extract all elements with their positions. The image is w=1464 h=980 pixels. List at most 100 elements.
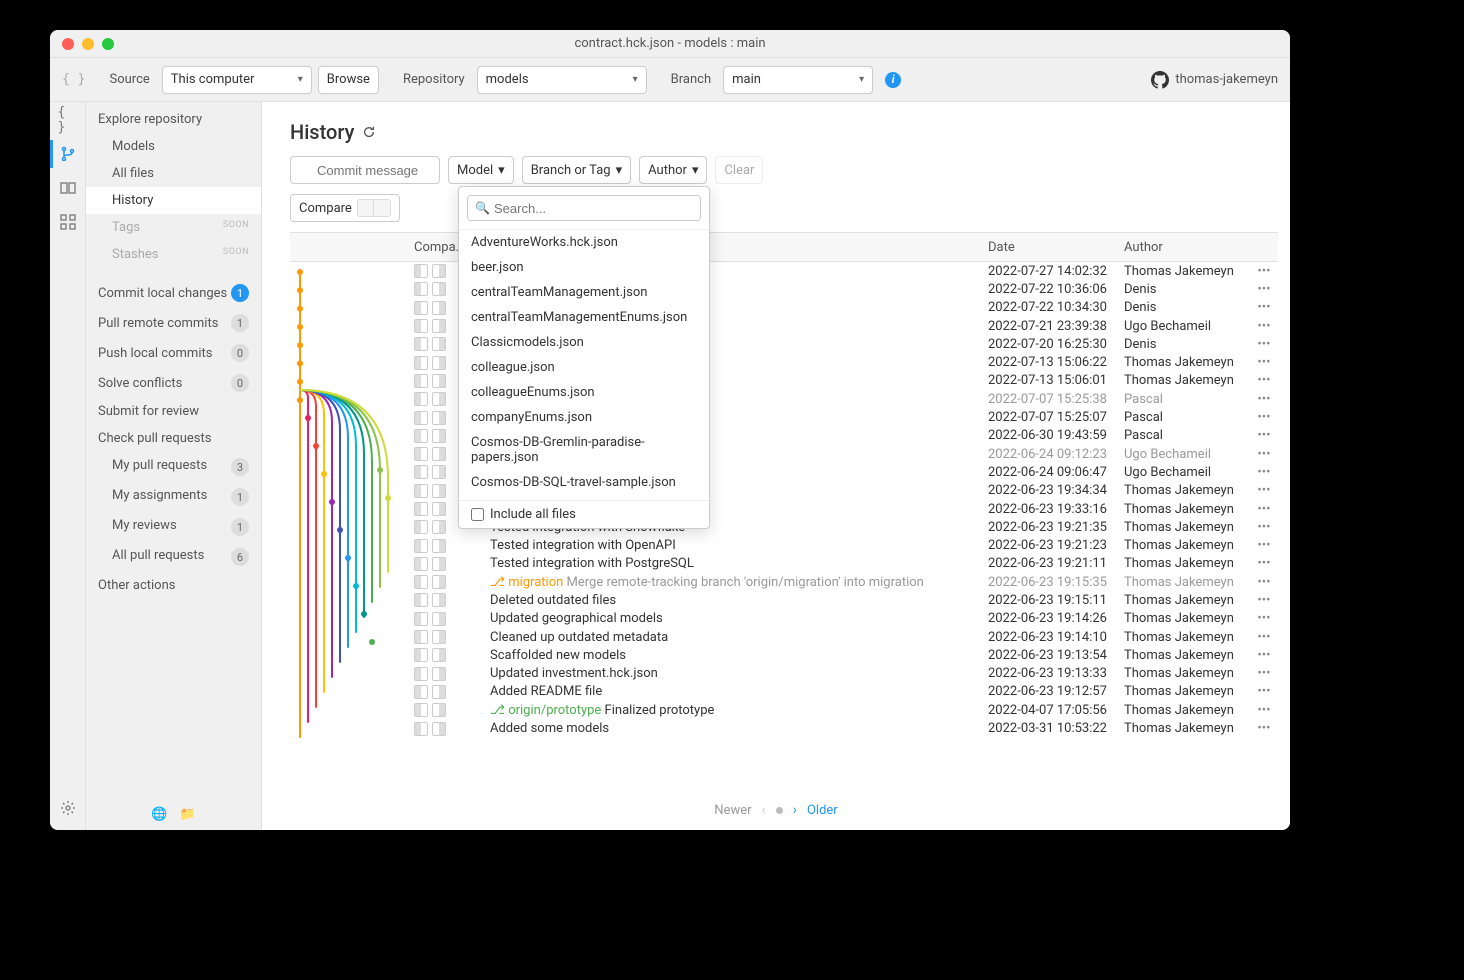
compare-right-checkbox[interactable]	[432, 374, 446, 388]
dropdown-item[interactable]: beer.json	[459, 255, 709, 280]
compare-left-checkbox[interactable]	[414, 392, 428, 406]
table-row[interactable]: Tested integration with PostgreSQL2022-0…	[290, 555, 1278, 573]
row-actions-button[interactable]: •••	[1250, 410, 1278, 425]
compare-left-checkbox[interactable]	[414, 612, 428, 626]
compare-right-checkbox[interactable]	[432, 484, 446, 498]
branch-select[interactable]: main ▾	[723, 66, 873, 94]
table-row[interactable]: 2022-06-23 19:33:16Thomas Jakemeyn•••	[290, 500, 1278, 518]
row-actions-button[interactable]: •••	[1250, 337, 1278, 352]
row-actions-button[interactable]: •••	[1250, 575, 1278, 590]
folder-icon[interactable]: 📁	[180, 807, 196, 822]
maximize-window-button[interactable]	[102, 38, 114, 50]
table-row[interactable]: 2022-07-20 16:25:30Denis•••	[290, 335, 1278, 353]
row-actions-button[interactable]: •••	[1250, 520, 1278, 535]
compare-left-checkbox[interactable]	[414, 520, 428, 534]
sidebar-item-all-files[interactable]: All files	[86, 160, 261, 187]
compare-right-checkbox[interactable]	[432, 539, 446, 553]
row-actions-button[interactable]: •••	[1250, 684, 1278, 699]
compare-right-checkbox[interactable]	[432, 722, 446, 736]
sidebar-submit-review[interactable]: Submit for review	[86, 398, 261, 425]
chevron-right-icon[interactable]: ›	[793, 802, 797, 818]
table-row[interactable]: oDB2022-06-23 19:34:34Thomas Jakemeyn•••	[290, 482, 1278, 500]
compare-left-checkbox[interactable]	[414, 337, 428, 351]
compare-icon[interactable]	[58, 178, 78, 198]
compare-left-checkbox[interactable]	[414, 630, 428, 644]
dropdown-item[interactable]: Classicmodels.json	[459, 330, 709, 355]
sidebar-pull-remote[interactable]: Pull remote commits1	[86, 308, 261, 338]
branch-icon[interactable]	[58, 144, 78, 164]
compare-right-checkbox[interactable]	[432, 685, 446, 699]
dropdown-item[interactable]: AdventureWorks.hck.json	[459, 230, 709, 255]
sidebar-my-reviews[interactable]: My reviews1	[86, 512, 261, 542]
row-actions-button[interactable]: •••	[1250, 721, 1278, 736]
compare-right-checkbox[interactable]	[432, 301, 446, 315]
compare-left-checkbox[interactable]	[414, 539, 428, 553]
dropdown-item[interactable]: Cosmos-DB-SQL-travel-sample.json	[459, 470, 709, 495]
row-actions-button[interactable]: •••	[1250, 264, 1278, 279]
row-actions-button[interactable]: •••	[1250, 648, 1278, 663]
dropdown-item[interactable]: centralTeamManagementEnums.json	[459, 305, 709, 330]
pager-older[interactable]: Older	[807, 803, 838, 818]
compare-left-checkbox[interactable]	[414, 685, 428, 699]
sidebar-my-assignments[interactable]: My assignments1	[86, 482, 261, 512]
compare-left-checkbox[interactable]	[414, 301, 428, 315]
info-icon[interactable]: i	[885, 72, 901, 88]
compare-right-checkbox[interactable]	[432, 667, 446, 681]
minimize-window-button[interactable]	[82, 38, 94, 50]
table-row[interactable]: Updated investment.hck.json2022-06-23 19…	[290, 665, 1278, 683]
globe-icon[interactable]: 🌐	[151, 807, 167, 822]
close-window-button[interactable]	[62, 38, 74, 50]
table-row[interactable]: Tested integration with OpenAPI2022-06-2…	[290, 536, 1278, 554]
compare-left-checkbox[interactable]	[414, 356, 428, 370]
table-row[interactable]: Deleted outdated files2022-06-23 19:15:1…	[290, 591, 1278, 609]
table-row[interactable]: 2022-06-30 19:43:59Pascal•••	[290, 427, 1278, 445]
compare-right-checkbox[interactable]	[432, 502, 446, 516]
compare-right-checkbox[interactable]	[432, 703, 446, 717]
sidebar-item-models[interactable]: Models	[86, 133, 261, 160]
compare-left-checkbox[interactable]	[414, 648, 428, 662]
compare-right-checkbox[interactable]	[432, 630, 446, 644]
row-actions-button[interactable]: •••	[1250, 483, 1278, 498]
table-row[interactable]: ocumentation2022-07-22 10:36:06Denis•••	[290, 280, 1278, 298]
compare-left-checkbox[interactable]	[414, 593, 428, 607]
row-actions-button[interactable]: •••	[1250, 355, 1278, 370]
dropdown-item[interactable]: centralTeamManagement.json	[459, 280, 709, 305]
table-row[interactable]: 2022-07-13 15:06:22Thomas Jakemeyn•••	[290, 353, 1278, 371]
compare-left-checkbox[interactable]	[414, 465, 428, 479]
compare-right-checkbox[interactable]	[432, 520, 446, 534]
table-row[interactable]: Tested integration with Snowflake2022-06…	[290, 518, 1278, 536]
compare-left-checkbox[interactable]	[414, 575, 428, 589]
dropdown-item[interactable]: colleague.json	[459, 355, 709, 380]
dropdown-item[interactable]: Cosmos-DB-Gremlin-paradise-papers.json	[459, 430, 709, 470]
compare-left-checkbox[interactable]	[414, 557, 428, 571]
source-select[interactable]: This computer ▾	[162, 66, 312, 94]
row-actions-button[interactable]: •••	[1250, 465, 1278, 480]
compare-right-checkbox[interactable]	[432, 465, 446, 479]
compare-left-checkbox[interactable]	[414, 411, 428, 425]
row-actions-button[interactable]: •••	[1250, 428, 1278, 443]
table-row[interactable]: Scaffolded new models2022-06-23 19:13:54…	[290, 646, 1278, 664]
compare-right-checkbox[interactable]	[432, 447, 446, 461]
dropdown-item[interactable]: companyEnums.json	[459, 405, 709, 430]
table-row[interactable]: 2022-06-24 09:06:47Ugo Bechameil•••	[290, 463, 1278, 481]
compare-left-checkbox[interactable]	[414, 374, 428, 388]
row-actions-button[interactable]: •••	[1250, 556, 1278, 571]
compare-right-checkbox[interactable]	[432, 612, 446, 626]
repository-select[interactable]: models ▾	[477, 66, 647, 94]
sidebar-commit-local[interactable]: Commit local changes1	[86, 278, 261, 308]
sidebar-my-pr[interactable]: My pull requests3	[86, 452, 261, 482]
table-row[interactable]: rigin/main'2022-07-07 15:25:38Pascal•••	[290, 390, 1278, 408]
sidebar-all-pr[interactable]: All pull requests6	[86, 542, 261, 572]
dropdown-item[interactable]: colleagueEnums.json	[459, 380, 709, 405]
row-actions-button[interactable]: •••	[1250, 703, 1278, 718]
model-filter[interactable]: Model▾	[448, 156, 514, 184]
dropdown-search-input[interactable]	[467, 195, 701, 221]
table-row[interactable]: 2022-07-07 15:25:07Pascal•••	[290, 408, 1278, 426]
table-row[interactable]: del2022-07-22 10:34:30Denis•••	[290, 299, 1278, 317]
compare-right-checkbox[interactable]	[432, 264, 446, 278]
table-row[interactable]: 2022-07-27 14:02:32Thomas Jakemeyn•••	[290, 262, 1278, 280]
compare-right-checkbox[interactable]	[432, 392, 446, 406]
compare-left-checkbox[interactable]	[414, 282, 428, 296]
table-row[interactable]: ⎇ origin/prototype Finalized prototype20…	[290, 701, 1278, 719]
compare-right-checkbox[interactable]	[432, 282, 446, 296]
